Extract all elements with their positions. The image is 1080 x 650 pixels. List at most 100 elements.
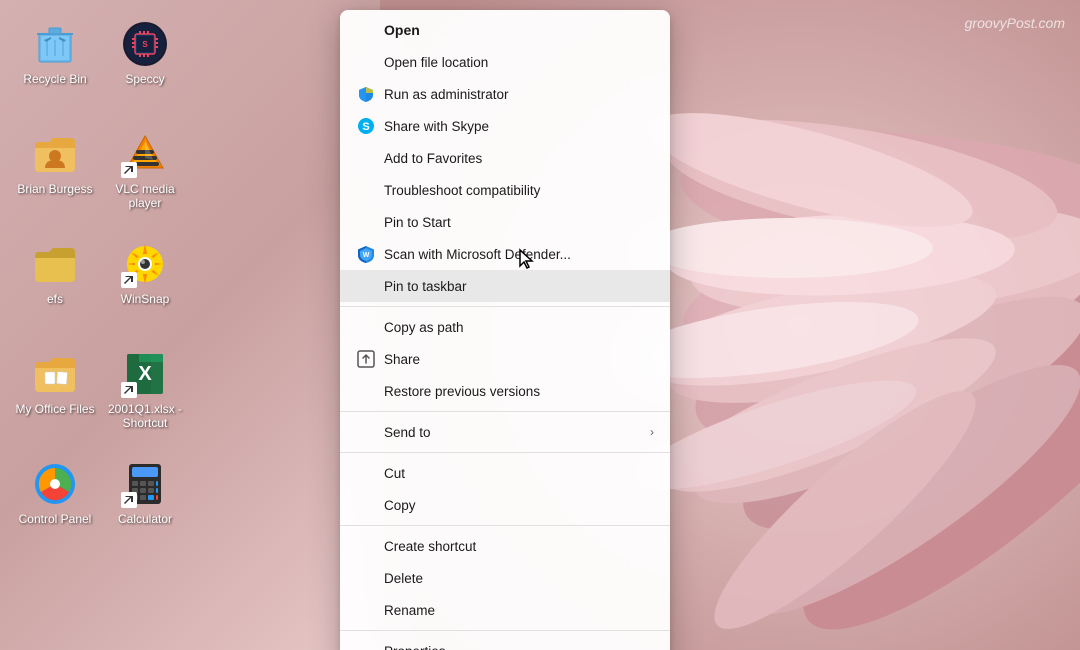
desktop-icon-my-office-files[interactable]: My Office Files: [10, 340, 100, 440]
open-icon: [356, 20, 376, 40]
menu-item-run-as-admin[interactable]: Run as administrator: [340, 78, 670, 110]
desktop: Recycle Bin: [0, 0, 1080, 650]
menu-item-share[interactable]: Share: [340, 343, 670, 375]
menu-item-scan-defender-label: Scan with Microsoft Defender...: [384, 247, 654, 262]
efs-label: efs: [47, 292, 63, 306]
delete-icon: [356, 568, 376, 588]
menu-item-cut[interactable]: Cut: [340, 457, 670, 489]
desktop-icon-winsnap[interactable]: WinSnap: [100, 230, 190, 330]
menu-item-rename[interactable]: Rename: [340, 594, 670, 626]
user-folder-icon: [31, 130, 79, 178]
desktop-icon-brian-burgess[interactable]: Brian Burgess: [10, 120, 100, 220]
vlc-label: VLC media player: [105, 182, 185, 211]
menu-item-create-shortcut[interactable]: Create shortcut: [340, 530, 670, 562]
svg-text:W: W: [363, 252, 370, 259]
desktop-icon-control-panel[interactable]: Control Panel: [10, 450, 100, 550]
menu-item-send-to-label: Send to: [384, 425, 642, 440]
defender-icon: W: [356, 244, 376, 264]
speccy-label: Speccy: [125, 72, 164, 86]
create-shortcut-icon: [356, 536, 376, 556]
menu-item-delete[interactable]: Delete: [340, 562, 670, 594]
menu-item-share-label: Share: [384, 352, 654, 367]
separator-5: [340, 630, 670, 631]
recycle-bin-label: Recycle Bin: [23, 72, 86, 86]
menu-item-properties[interactable]: Properties: [340, 635, 670, 650]
menu-item-pin-taskbar-label: Pin to taskbar: [384, 279, 654, 294]
copy-icon: [356, 495, 376, 515]
pin-start-icon: [356, 212, 376, 232]
skype-icon: S: [356, 116, 376, 136]
menu-item-troubleshoot[interactable]: Troubleshoot compatibility: [340, 174, 670, 206]
efs-icon: [31, 240, 79, 288]
menu-item-open-file-location-label: Open file location: [384, 55, 654, 70]
share-icon: [356, 349, 376, 369]
menu-item-send-to[interactable]: Send to ›: [340, 416, 670, 448]
menu-item-pin-start[interactable]: Pin to Start: [340, 206, 670, 238]
menu-item-cut-label: Cut: [384, 466, 654, 481]
menu-item-copy-label: Copy: [384, 498, 654, 513]
menu-item-troubleshoot-label: Troubleshoot compatibility: [384, 183, 654, 198]
excel-shortcut-label: 2001Q1.xlsx - Shortcut: [105, 402, 185, 431]
pin-taskbar-icon: [356, 276, 376, 296]
send-to-icon: [356, 422, 376, 442]
add-favorites-icon: [356, 148, 376, 168]
menu-item-copy-as-path-label: Copy as path: [384, 320, 654, 335]
menu-item-run-as-admin-label: Run as administrator: [384, 87, 654, 102]
watermark: groovyPost.com: [965, 15, 1065, 31]
separator-4: [340, 525, 670, 526]
menu-item-delete-label: Delete: [384, 571, 654, 586]
my-office-files-label: My Office Files: [15, 402, 94, 416]
desktop-icon-excel-shortcut[interactable]: X 2001Q1.xlsx - Shortcut: [100, 340, 190, 440]
speccy-icon: S: [121, 20, 169, 68]
desktop-icon-vlc[interactable]: VLC media player: [100, 120, 190, 220]
menu-item-share-skype[interactable]: S Share with Skype: [340, 110, 670, 142]
menu-item-properties-label: Properties: [384, 644, 654, 650]
troubleshoot-icon: [356, 180, 376, 200]
separator-2: [340, 411, 670, 412]
desktop-icons-area: Recycle Bin: [10, 10, 190, 650]
menu-item-pin-start-label: Pin to Start: [384, 215, 654, 230]
rename-icon: [356, 600, 376, 620]
separator-3: [340, 452, 670, 453]
desktop-icon-speccy[interactable]: S Speccy: [100, 10, 190, 110]
menu-item-copy[interactable]: Copy: [340, 489, 670, 521]
desktop-icon-recycle-bin[interactable]: Recycle Bin: [10, 10, 100, 110]
menu-item-open-label: Open: [384, 22, 654, 38]
properties-icon: [356, 641, 376, 650]
svg-text:S: S: [362, 121, 369, 133]
menu-item-restore-versions-label: Restore previous versions: [384, 384, 654, 399]
recycle-bin-icon: [31, 20, 79, 68]
menu-item-copy-as-path[interactable]: Copy as path: [340, 311, 670, 343]
menu-item-open[interactable]: Open: [340, 14, 670, 46]
menu-item-rename-label: Rename: [384, 603, 654, 618]
winsnap-icon: [121, 240, 169, 288]
separator-1: [340, 306, 670, 307]
copy-path-icon: [356, 317, 376, 337]
calculator-label: Calculator: [118, 512, 172, 526]
excel-shortcut-icon: X: [121, 350, 169, 398]
brian-burgess-label: Brian Burgess: [17, 182, 92, 196]
menu-item-create-shortcut-label: Create shortcut: [384, 539, 654, 554]
menu-item-add-favorites-label: Add to Favorites: [384, 151, 654, 166]
context-menu: Open Open file location Run as administr…: [340, 10, 670, 650]
menu-item-scan-defender[interactable]: W Scan with Microsoft Defender...: [340, 238, 670, 270]
send-to-arrow: ›: [650, 425, 654, 439]
svg-text:S: S: [142, 40, 148, 49]
winsnap-label: WinSnap: [121, 292, 170, 306]
menu-item-open-file-location[interactable]: Open file location: [340, 46, 670, 78]
control-panel-label: Control Panel: [19, 512, 92, 526]
menu-item-restore-versions[interactable]: Restore previous versions: [340, 375, 670, 407]
svg-text:X: X: [138, 363, 152, 385]
menu-item-pin-taskbar[interactable]: Pin to taskbar: [340, 270, 670, 302]
my-office-files-icon: [31, 350, 79, 398]
cut-icon: [356, 463, 376, 483]
menu-item-share-skype-label: Share with Skype: [384, 119, 654, 134]
desktop-icon-efs[interactable]: efs: [10, 230, 100, 330]
vlc-icon: [121, 130, 169, 178]
calculator-icon: [121, 460, 169, 508]
open-file-location-icon: [356, 52, 376, 72]
desktop-icon-calculator[interactable]: Calculator: [100, 450, 190, 550]
run-as-admin-icon: [356, 84, 376, 104]
restore-versions-icon: [356, 381, 376, 401]
menu-item-add-favorites[interactable]: Add to Favorites: [340, 142, 670, 174]
